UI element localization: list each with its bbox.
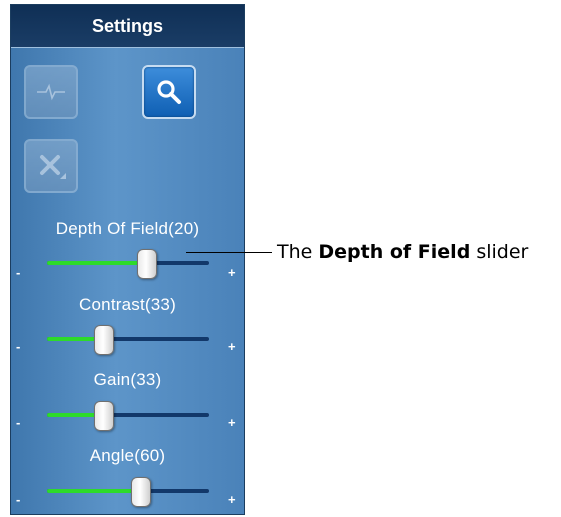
angle-track[interactable]: [47, 489, 209, 493]
settings-panel: Settings Depth Of Field(20) - + Contrast…: [10, 4, 245, 515]
contrast-thumb[interactable]: [94, 325, 114, 355]
callout-leader-line: [186, 252, 272, 253]
depth-of-field-fill: [47, 261, 147, 265]
gain-label: Gain(33): [93, 370, 162, 389]
angle-minus[interactable]: -: [16, 492, 20, 507]
panel-title: Settings: [11, 5, 244, 48]
angle-label: Angle(60): [89, 446, 166, 465]
contrast-minus[interactable]: -: [16, 339, 20, 354]
tools-icon: [40, 155, 66, 179]
contrast-track[interactable]: [47, 337, 209, 341]
angle-fill: [47, 489, 141, 493]
waveform-button[interactable]: [24, 65, 78, 119]
depth-of-field-track[interactable]: [47, 261, 209, 265]
contrast-plus[interactable]: +: [228, 339, 236, 354]
gain-thumb[interactable]: [94, 401, 114, 431]
depth-of-field-label: Depth Of Field(20): [55, 219, 200, 238]
depth-of-field-plus[interactable]: +: [228, 265, 236, 280]
angle-thumb[interactable]: [131, 477, 151, 507]
waveform-icon: [37, 83, 65, 101]
callout-text: The Depth of Field slider: [277, 241, 529, 263]
depth-of-field-thumb[interactable]: [137, 249, 157, 279]
depth-of-field-minus[interactable]: -: [16, 265, 20, 280]
gain-track[interactable]: [47, 413, 209, 417]
tools-button[interactable]: [24, 139, 78, 193]
callout-bold: Depth of Field: [318, 241, 471, 263]
search-button[interactable]: [142, 65, 196, 119]
gain-minus[interactable]: -: [16, 415, 20, 430]
contrast-label: Contrast(33): [79, 295, 176, 314]
angle-plus[interactable]: +: [228, 492, 236, 507]
gain-plus[interactable]: +: [228, 415, 236, 430]
search-icon: [157, 80, 181, 104]
